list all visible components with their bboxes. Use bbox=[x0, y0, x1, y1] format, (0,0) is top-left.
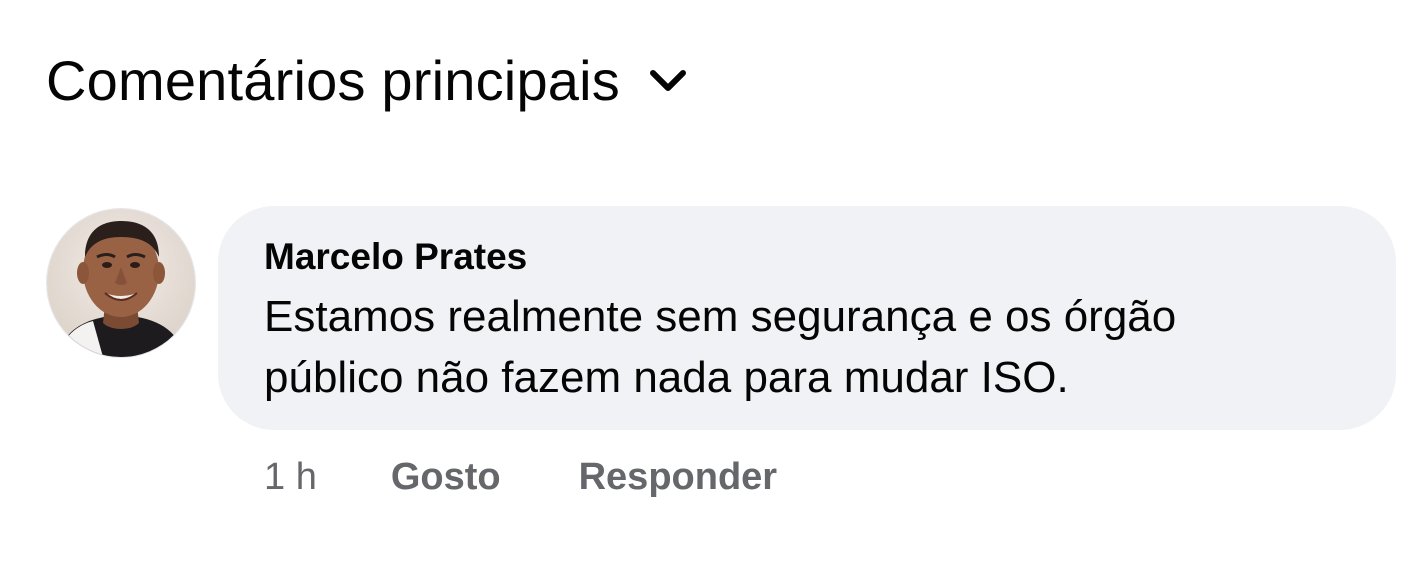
comment-sort-dropdown[interactable]: Comentários principais bbox=[46, 46, 688, 116]
avatar[interactable] bbox=[46, 208, 196, 358]
user-avatar-icon bbox=[47, 209, 195, 357]
like-button[interactable]: Gosto bbox=[391, 452, 501, 502]
comment-author[interactable]: Marcelo Prates bbox=[264, 234, 1356, 280]
chevron-down-icon bbox=[649, 70, 686, 91]
comment-text: Estamos realmente sem segurança e os órg… bbox=[264, 292, 1177, 402]
reply-button[interactable]: Responder bbox=[579, 452, 777, 502]
sort-label: Comentários principais bbox=[46, 49, 620, 112]
comment-timestamp[interactable]: 1 h bbox=[264, 452, 317, 502]
comment-actions: 1 h Gosto Responder bbox=[264, 452, 777, 502]
comment-bubble: Marcelo Prates Estamos realmente sem seg… bbox=[218, 206, 1396, 430]
